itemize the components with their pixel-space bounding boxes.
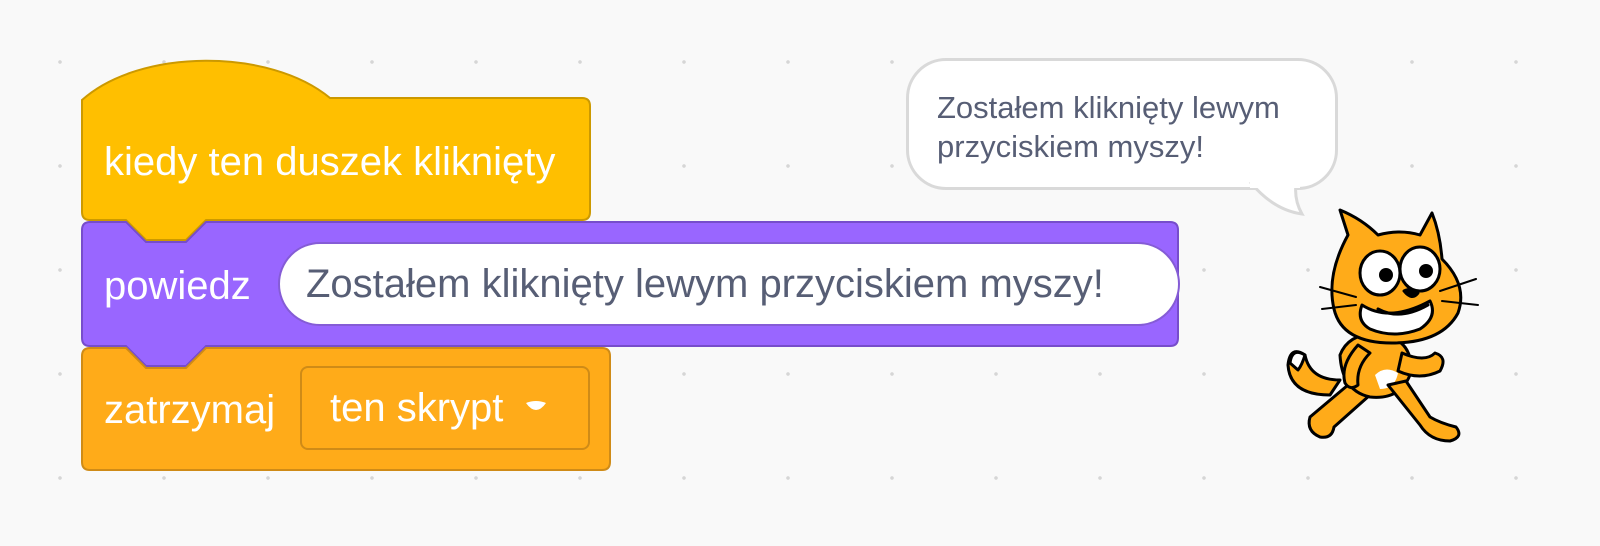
- scratch-cat-sprite[interactable]: [1270, 205, 1520, 455]
- speech-bubble-line-2: przyciskiem myszy!: [937, 128, 1204, 164]
- speech-bubble-line-1: Zostałem kliknięty lewym: [937, 90, 1280, 125]
- stop-option-dropdown[interactable]: ten skrypt: [300, 366, 590, 450]
- stop-block-label: zatrzymaj: [104, 388, 276, 432]
- caret-down-icon: [526, 401, 547, 410]
- speech-bubble: Zostałem kliknięty lewym przyciskiem mys…: [906, 58, 1338, 190]
- stop-dropdown-value: ten skrypt: [330, 385, 504, 430]
- say-text-input[interactable]: Zostałem kliknięty lewym przyciskiem mys…: [278, 242, 1180, 326]
- say-block-label: powiedz: [104, 264, 251, 308]
- hat-block-label: kiedy ten duszek kliknięty: [104, 140, 556, 184]
- say-input-value: Zostałem kliknięty lewym przyciskiem mys…: [306, 261, 1104, 306]
